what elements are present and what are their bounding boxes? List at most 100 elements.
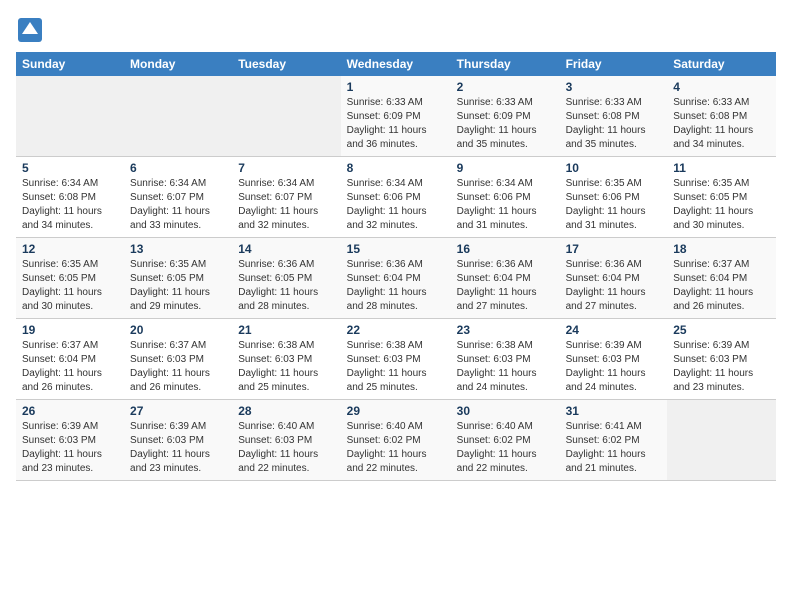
day-number: 28 <box>238 404 334 418</box>
calendar-cell: 15Sunrise: 6:36 AM Sunset: 6:04 PM Dayli… <box>341 238 451 319</box>
day-header-friday: Friday <box>560 52 668 76</box>
logo <box>16 16 48 44</box>
calendar-cell: 26 Sunrise: 6:39 AM Sunset: 6:03 PM Dayli… <box>16 400 124 481</box>
calendar-cell: 3Sunrise: 6:33 AM Sunset: 6:08 PM Daylig… <box>560 76 668 157</box>
day-number: 24 <box>566 323 662 337</box>
day-info: Sunrise: 6:34 AM Sunset: 6:08 PM Dayligh… <box>22 177 118 233</box>
calendar-cell: 20 Sunrise: 6:37 AM Sunset: 6:03 PM Dayli… <box>124 319 232 400</box>
day-header-thursday: Thursday <box>451 52 560 76</box>
calendar-cell: 5 Sunrise: 6:34 AM Sunset: 6:08 PM Daylig… <box>16 157 124 238</box>
calendar-cell: 9 Sunrise: 6:34 AM Sunset: 6:06 PM Daylig… <box>451 157 560 238</box>
day-number: 23 <box>457 323 554 337</box>
day-header-tuesday: Tuesday <box>232 52 340 76</box>
day-info: Sunrise: 6:39 AM Sunset: 6:03 PM Dayligh… <box>130 420 226 476</box>
day-number: 16 <box>457 242 554 256</box>
calendar-week-row: 26 Sunrise: 6:39 AM Sunset: 6:03 PM Dayli… <box>16 400 776 481</box>
calendar-cell: 12 Sunrise: 6:35 AM Sunset: 6:05 PM Dayli… <box>16 238 124 319</box>
day-number: 31 <box>566 404 662 418</box>
calendar-cell: 30Sunrise: 6:40 AM Sunset: 6:02 PM Dayli… <box>451 400 560 481</box>
calendar-cell: 13Sunrise: 6:35 AM Sunset: 6:05 PM Dayli… <box>124 238 232 319</box>
calendar-cell: 29Sunrise: 6:40 AM Sunset: 6:02 PM Dayli… <box>341 400 451 481</box>
day-number: 6 <box>130 161 226 175</box>
calendar-cell: 4 Sunrise: 6:33 AM Sunset: 6:08 PM Daylig… <box>667 76 776 157</box>
calendar-cell: 28Sunrise: 6:40 AM Sunset: 6:03 PM Dayli… <box>232 400 340 481</box>
day-number: 8 <box>347 161 445 175</box>
day-info: Sunrise: 6:38 AM Sunset: 6:03 PM Dayligh… <box>347 339 445 395</box>
day-info: Sunrise: 6:39 AM Sunset: 6:03 PM Dayligh… <box>566 339 662 395</box>
calendar-week-row: 1 Sunrise: 6:33 AM Sunset: 6:09 PM Daylig… <box>16 76 776 157</box>
day-info: Sunrise: 6:41 AM Sunset: 6:02 PM Dayligh… <box>566 420 662 476</box>
calendar-header-row: SundayMondayTuesdayWednesdayThursdayFrid… <box>16 52 776 76</box>
calendar-cell: 2 Sunrise: 6:33 AM Sunset: 6:09 PM Daylig… <box>451 76 560 157</box>
day-number: 30 <box>457 404 554 418</box>
calendar-cell: 6 Sunrise: 6:34 AM Sunset: 6:07 PM Daylig… <box>124 157 232 238</box>
day-info: Sunrise: 6:40 AM Sunset: 6:02 PM Dayligh… <box>347 420 445 476</box>
day-number: 9 <box>457 161 554 175</box>
calendar-cell: 25 Sunrise: 6:39 AM Sunset: 6:03 PM Dayli… <box>667 319 776 400</box>
day-info: Sunrise: 6:34 AM Sunset: 6:07 PM Dayligh… <box>130 177 226 233</box>
calendar-week-row: 5 Sunrise: 6:34 AM Sunset: 6:08 PM Daylig… <box>16 157 776 238</box>
calendar-cell: 11Sunrise: 6:35 AM Sunset: 6:05 PM Dayli… <box>667 157 776 238</box>
day-number: 20 <box>130 323 226 337</box>
calendar-cell: 19 Sunrise: 6:37 AM Sunset: 6:04 PM Dayli… <box>16 319 124 400</box>
day-header-saturday: Saturday <box>667 52 776 76</box>
calendar-week-row: 19 Sunrise: 6:37 AM Sunset: 6:04 PM Dayli… <box>16 319 776 400</box>
day-info: Sunrise: 6:35 AM Sunset: 6:05 PM Dayligh… <box>130 258 226 314</box>
day-info: Sunrise: 6:39 AM Sunset: 6:03 PM Dayligh… <box>22 420 118 476</box>
day-number: 22 <box>347 323 445 337</box>
calendar-cell: 16 Sunrise: 6:36 AM Sunset: 6:04 PM Dayli… <box>451 238 560 319</box>
day-info: Sunrise: 6:35 AM Sunset: 6:05 PM Dayligh… <box>22 258 118 314</box>
day-info: Sunrise: 6:38 AM Sunset: 6:03 PM Dayligh… <box>238 339 334 395</box>
calendar-cell: 27Sunrise: 6:39 AM Sunset: 6:03 PM Dayli… <box>124 400 232 481</box>
calendar-week-row: 12 Sunrise: 6:35 AM Sunset: 6:05 PM Dayli… <box>16 238 776 319</box>
day-number: 7 <box>238 161 334 175</box>
day-number: 17 <box>566 242 662 256</box>
day-info: Sunrise: 6:34 AM Sunset: 6:06 PM Dayligh… <box>457 177 554 233</box>
day-info: Sunrise: 6:34 AM Sunset: 6:06 PM Dayligh… <box>347 177 445 233</box>
calendar-cell <box>232 76 340 157</box>
calendar-cell: 14 Sunrise: 6:36 AM Sunset: 6:05 PM Dayli… <box>232 238 340 319</box>
day-number: 12 <box>22 242 118 256</box>
day-info: Sunrise: 6:33 AM Sunset: 6:08 PM Dayligh… <box>566 96 662 152</box>
day-number: 21 <box>238 323 334 337</box>
day-number: 18 <box>673 242 770 256</box>
day-number: 14 <box>238 242 334 256</box>
day-number: 1 <box>347 80 445 94</box>
day-number: 19 <box>22 323 118 337</box>
day-info: Sunrise: 6:33 AM Sunset: 6:09 PM Dayligh… <box>457 96 554 152</box>
calendar-body: 1 Sunrise: 6:33 AM Sunset: 6:09 PM Daylig… <box>16 76 776 481</box>
day-info: Sunrise: 6:36 AM Sunset: 6:04 PM Dayligh… <box>566 258 662 314</box>
day-info: Sunrise: 6:36 AM Sunset: 6:05 PM Dayligh… <box>238 258 334 314</box>
day-number: 2 <box>457 80 554 94</box>
day-info: Sunrise: 6:33 AM Sunset: 6:08 PM Dayligh… <box>673 96 770 152</box>
day-number: 25 <box>673 323 770 337</box>
calendar-cell: 31 Sunrise: 6:41 AM Sunset: 6:02 PM Dayli… <box>560 400 668 481</box>
day-info: Sunrise: 6:37 AM Sunset: 6:03 PM Dayligh… <box>130 339 226 395</box>
day-info: Sunrise: 6:37 AM Sunset: 6:04 PM Dayligh… <box>22 339 118 395</box>
day-info: Sunrise: 6:35 AM Sunset: 6:05 PM Dayligh… <box>673 177 770 233</box>
day-info: Sunrise: 6:39 AM Sunset: 6:03 PM Dayligh… <box>673 339 770 395</box>
day-number: 4 <box>673 80 770 94</box>
calendar-cell <box>667 400 776 481</box>
day-number: 5 <box>22 161 118 175</box>
calendar-cell: 8 Sunrise: 6:34 AM Sunset: 6:06 PM Daylig… <box>341 157 451 238</box>
calendar-cell <box>16 76 124 157</box>
day-info: Sunrise: 6:35 AM Sunset: 6:06 PM Dayligh… <box>566 177 662 233</box>
day-number: 26 <box>22 404 118 418</box>
calendar-cell: 10Sunrise: 6:35 AM Sunset: 6:06 PM Dayli… <box>560 157 668 238</box>
calendar-cell <box>124 76 232 157</box>
page-header <box>16 16 776 44</box>
calendar-cell: 22 Sunrise: 6:38 AM Sunset: 6:03 PM Dayli… <box>341 319 451 400</box>
calendar-cell: 7Sunrise: 6:34 AM Sunset: 6:07 PM Daylig… <box>232 157 340 238</box>
day-header-sunday: Sunday <box>16 52 124 76</box>
day-info: Sunrise: 6:36 AM Sunset: 6:04 PM Dayligh… <box>457 258 554 314</box>
logo-icon <box>16 16 44 44</box>
calendar-cell: 24 Sunrise: 6:39 AM Sunset: 6:03 PM Dayli… <box>560 319 668 400</box>
day-header-monday: Monday <box>124 52 232 76</box>
calendar-cell: 17 Sunrise: 6:36 AM Sunset: 6:04 PM Dayli… <box>560 238 668 319</box>
calendar-cell: 1 Sunrise: 6:33 AM Sunset: 6:09 PM Daylig… <box>341 76 451 157</box>
day-info: Sunrise: 6:33 AM Sunset: 6:09 PM Dayligh… <box>347 96 445 152</box>
day-info: Sunrise: 6:36 AM Sunset: 6:04 PM Dayligh… <box>347 258 445 314</box>
day-header-wednesday: Wednesday <box>341 52 451 76</box>
day-info: Sunrise: 6:37 AM Sunset: 6:04 PM Dayligh… <box>673 258 770 314</box>
